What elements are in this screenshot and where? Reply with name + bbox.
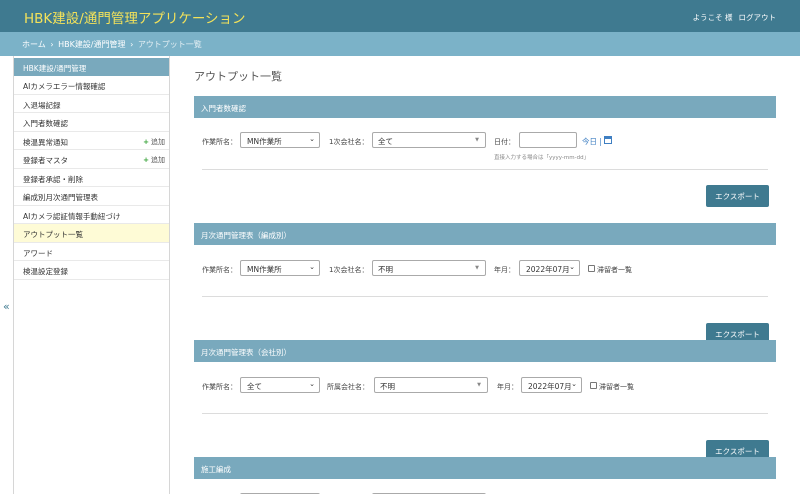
- stayers-label: 滞留者一覧: [597, 266, 632, 274]
- divider: [202, 169, 768, 170]
- company-select[interactable]: 不明 ▼: [372, 260, 486, 276]
- site-select-value: 全て: [247, 382, 262, 391]
- logout-link[interactable]: ログアウト: [739, 12, 777, 23]
- panel-monthly-by-team: 月次通門管理表（編成別） 作業所名： MN作業所 ⌄ 1次会社名： 不明 ▼ 年月：…: [194, 223, 776, 350]
- add-registrant-button[interactable]: + 追加: [143, 155, 165, 165]
- panel-title: 月次通門管理表（編成別）: [194, 223, 776, 245]
- stayers-checkbox[interactable]: [588, 265, 595, 272]
- add-label: 追加: [151, 137, 165, 146]
- sidebar-item-label: AIカメラエラー情報確認: [23, 82, 106, 91]
- plus-icon: +: [143, 137, 149, 146]
- month-select[interactable]: 2022年07月 ⌄: [519, 260, 580, 276]
- chevron-down-icon: ⌄: [571, 380, 577, 388]
- sidebar-item-temperature-settings[interactable]: 検温設定登録: [14, 261, 169, 280]
- sidebar-item-label: 検温設定登録: [23, 267, 68, 276]
- chevron-down-icon: ⌄: [309, 263, 315, 271]
- today-link[interactable]: 今日 |: [582, 136, 602, 147]
- sidebar-item-label: 検温異常通知: [23, 137, 68, 147]
- export-button[interactable]: エクスポート: [706, 185, 769, 207]
- sidebar-item-label: 編成別月次通門管理表: [23, 193, 98, 202]
- breadcrumb-separator: ›: [130, 40, 134, 49]
- company-select-value: 全て: [378, 137, 393, 146]
- user-area: ようこそ 様 ログアウト: [693, 12, 776, 23]
- sidebar-item-label: アウトプット一覧: [23, 230, 83, 239]
- caret-down-icon: ▼: [477, 382, 481, 388]
- sidebar-item-label: 登録者承認・削除: [23, 174, 83, 184]
- sidebar-item-registrant-master[interactable]: 登録者マスタ + 追加: [14, 150, 169, 169]
- panel-monthly-by-company: 月次通門管理表（会社別） 作業所名： 全て ⌄ 所属会社名： 不明 ▼ 年月： 20…: [194, 340, 776, 467]
- sidebar-item-ai-camera-errors[interactable]: AIカメラエラー情報確認: [14, 76, 169, 95]
- app-header: HBK建設/通門管理アプリケーション ようこそ 様 ログアウト: [0, 0, 800, 32]
- site-label: 作業所名：: [202, 266, 237, 274]
- welcome-text: ようこそ 様: [692, 13, 733, 22]
- sidebar-header[interactable]: HBK建設/通門管理: [14, 58, 169, 76]
- sidebar-item-entry-records[interactable]: 入退場記録: [14, 95, 169, 113]
- site-select-value: MN作業所: [247, 137, 282, 146]
- sidebar-item-label: 入退場記録: [23, 100, 61, 110]
- date-input[interactable]: [519, 132, 577, 148]
- sidebar-item-entrant-count[interactable]: 入門者数確認: [14, 113, 169, 132]
- caret-down-icon: ▼: [475, 265, 479, 271]
- site-select-value: MN作業所: [247, 265, 282, 274]
- sidebar-item-label: AIカメラ認証情報手動紐づけ: [23, 211, 121, 221]
- divider: [202, 296, 768, 297]
- sidebar: HBK建設/通門管理 AIカメラエラー情報確認 入退場記録 入門者数確認 検温異…: [14, 56, 170, 494]
- sidebar-item-label: アワード: [23, 248, 53, 258]
- sidebar-item-label: 登録者マスタ: [23, 156, 68, 165]
- panel-title: 月次通門管理表（会社別）: [194, 340, 776, 362]
- panel-construction-team: 施工編成: [194, 457, 776, 494]
- site-label: 作業所名：: [202, 383, 237, 391]
- sidebar-gutter: «: [0, 56, 14, 494]
- calendar-icon[interactable]: [604, 136, 612, 144]
- stayers-label: 滞留者一覧: [599, 383, 634, 391]
- date-label: 日付：: [494, 138, 515, 146]
- stayers-checkbox[interactable]: [590, 382, 597, 389]
- page-title: アウトプット一覧: [194, 70, 282, 83]
- company-select[interactable]: 全て ▼: [372, 132, 486, 148]
- sidebar-item-registrant-approval[interactable]: 登録者承認・削除: [14, 169, 169, 187]
- panel-entrant-count: 入門者数確認 作業所名： MN作業所 ⌄ 1次会社名： 全て ▼ 日付： 今日 | …: [194, 96, 776, 223]
- month-label: 年月：: [494, 266, 515, 274]
- company-label: 1次会社名：: [329, 266, 369, 274]
- company-label: 所属会社名：: [327, 383, 369, 391]
- add-label: 追加: [151, 156, 165, 164]
- site-label: 作業所名：: [202, 138, 237, 146]
- chevron-down-icon: ⌄: [569, 263, 575, 271]
- site-select[interactable]: MN作業所 ⌄: [240, 260, 320, 276]
- breadcrumb-separator: ›: [50, 40, 54, 49]
- collapse-sidebar-icon[interactable]: «: [3, 300, 10, 313]
- sidebar-item-label: 入門者数確認: [23, 119, 68, 128]
- sidebar-item-award[interactable]: アワード: [14, 243, 169, 261]
- divider: [202, 413, 768, 414]
- date-hint: 直接入力する場合は「yyyy-mm-dd」: [494, 155, 590, 161]
- company-select-value: 不明: [380, 382, 395, 391]
- company-select[interactable]: 不明 ▼: [374, 377, 488, 393]
- breadcrumb-current: アウトプット一覧: [137, 40, 202, 49]
- add-temperature-alert-button[interactable]: + 追加: [143, 137, 165, 147]
- month-select-value: 2022年07月: [526, 265, 570, 274]
- chevron-down-icon: ⌄: [309, 380, 315, 388]
- sidebar-item-output-list[interactable]: アウトプット一覧: [14, 224, 169, 243]
- caret-down-icon: ▼: [475, 137, 479, 143]
- company-select-value: 不明: [378, 265, 393, 274]
- sidebar-item-monthly-by-team[interactable]: 編成別月次通門管理表: [14, 187, 169, 206]
- plus-icon: +: [143, 156, 149, 164]
- app-title[interactable]: HBK建設/通門管理アプリケーション: [24, 7, 246, 27]
- breadcrumb-home[interactable]: ホーム: [22, 40, 46, 49]
- month-select-value: 2022年07月: [528, 382, 572, 391]
- site-select[interactable]: 全て ⌄: [240, 377, 320, 393]
- month-label: 年月：: [497, 383, 518, 391]
- chevron-down-icon: ⌄: [309, 135, 315, 143]
- sidebar-item-ai-camera-link[interactable]: AIカメラ認証情報手動紐づけ: [14, 206, 169, 224]
- panel-title: 施工編成: [194, 457, 776, 479]
- sidebar-item-temperature-alerts[interactable]: 検温異常通知 + 追加: [14, 132, 169, 150]
- main-content: アウトプット一覧 入門者数確認 作業所名： MN作業所 ⌄ 1次会社名： 全て ▼ …: [178, 56, 800, 494]
- breadcrumb-section[interactable]: HBK建設/通門管理: [58, 40, 125, 49]
- panel-title: 入門者数確認: [194, 96, 776, 118]
- company-label: 1次会社名：: [329, 138, 369, 146]
- site-select[interactable]: MN作業所 ⌄: [240, 132, 320, 148]
- month-select[interactable]: 2022年07月 ⌄: [521, 377, 582, 393]
- breadcrumb: ホーム › HBK建設/通門管理 › アウトプット一覧: [0, 32, 800, 56]
